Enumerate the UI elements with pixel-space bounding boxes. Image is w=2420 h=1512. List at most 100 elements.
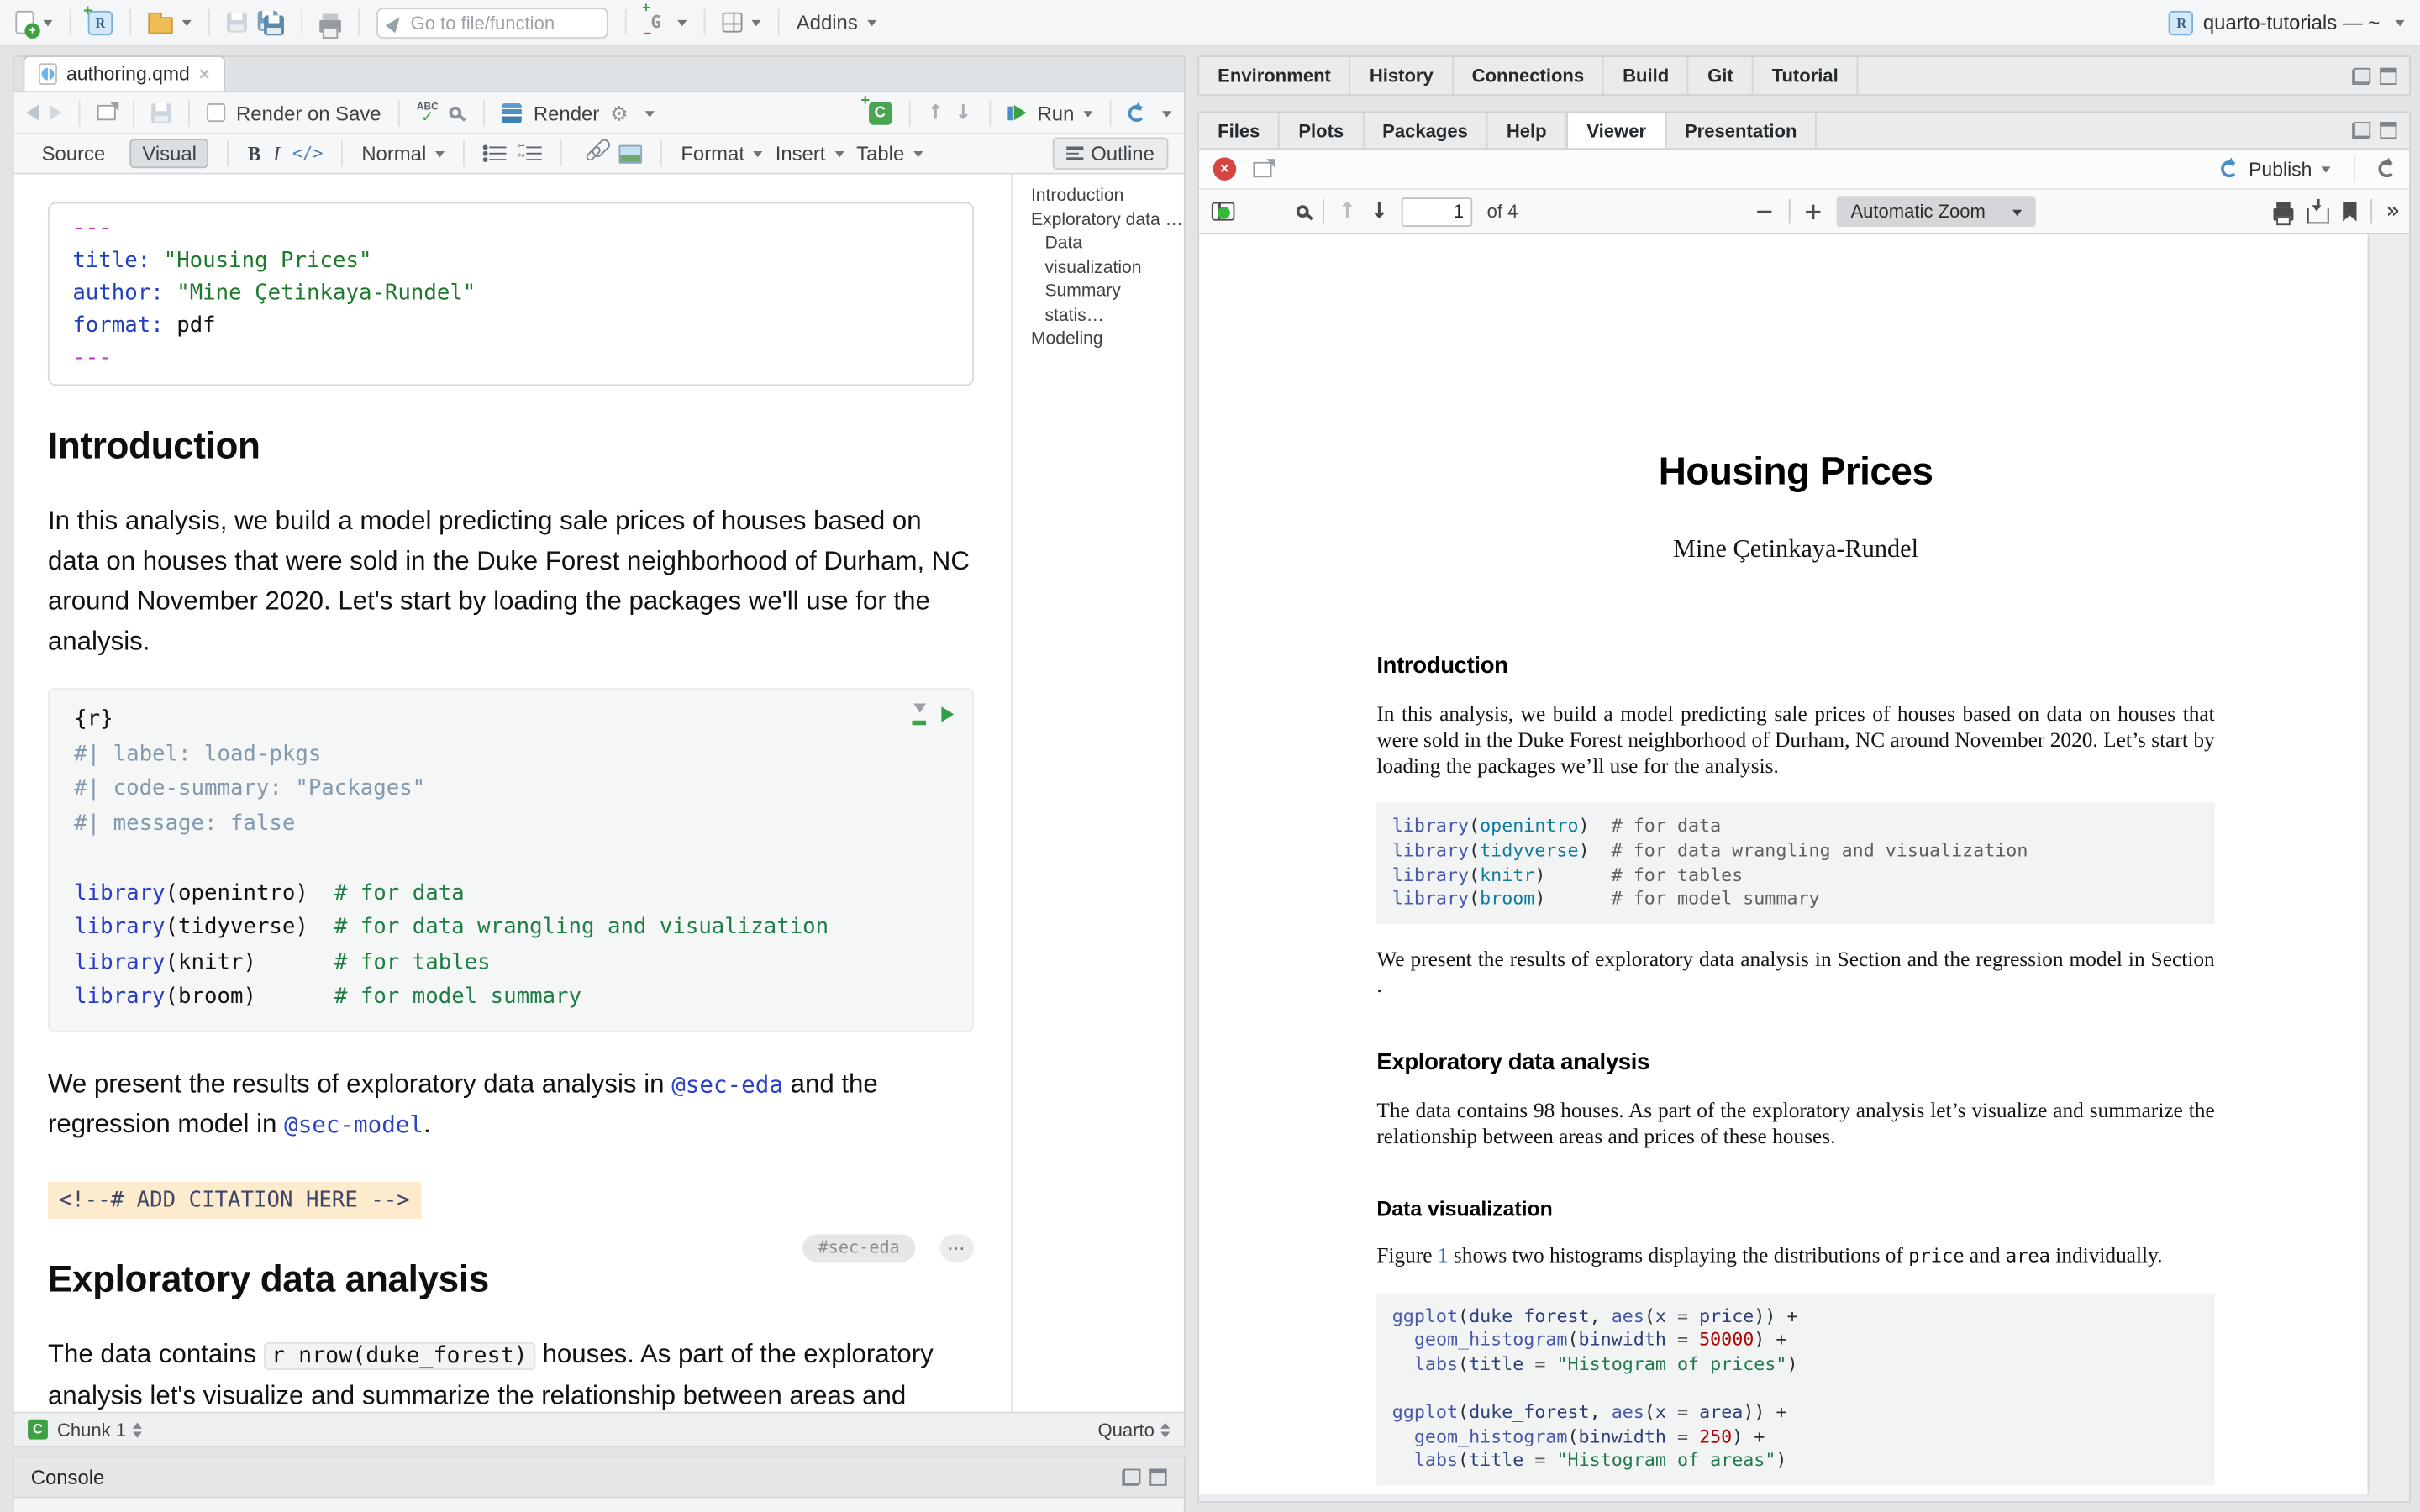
new-file-button[interactable] — [15, 11, 52, 34]
italic-button[interactable]: I — [273, 141, 280, 165]
link-icon[interactable] — [585, 144, 602, 162]
pdf-crossref-paragraph: We present the results of exploratory da… — [1376, 947, 2214, 999]
publish-button[interactable]: Publish — [2220, 158, 2330, 180]
outline-item-data-visualization[interactable]: Data visualization — [1031, 233, 1184, 281]
numbered-list-icon[interactable] — [518, 146, 542, 160]
format-menu[interactable]: Format — [681, 142, 763, 165]
image-icon[interactable] — [619, 144, 643, 163]
chunk-status-label[interactable]: Chunk 1 — [57, 1419, 126, 1441]
viewer-restore-icon[interactable] — [2352, 122, 2370, 139]
version-control-button[interactable]: G — [644, 9, 687, 35]
pdf-scrollbar[interactable] — [2370, 234, 2409, 1501]
version-control-icon: G — [644, 9, 668, 35]
tab-connections[interactable]: Connections — [1454, 57, 1604, 94]
outline-item-eda[interactable]: Exploratory data … — [1031, 209, 1184, 233]
console-maximize-icon[interactable] — [1150, 1469, 1166, 1486]
new-project-button[interactable]: R — [88, 10, 113, 34]
open-folder-icon — [148, 16, 172, 33]
pdf-previous-page-icon[interactable]: ↑ — [1338, 199, 1356, 223]
popout-icon[interactable] — [97, 105, 116, 120]
save-button[interactable] — [227, 13, 247, 33]
outline-item-summary-statistics[interactable]: Summary statis… — [1031, 281, 1184, 328]
chunk-status-icon: C — [28, 1420, 48, 1440]
refresh-icon[interactable] — [2378, 160, 2395, 177]
tab-authoring-qmd[interactable]: authoring.qmd × — [24, 55, 225, 91]
paragraph-style-select[interactable]: Normal — [361, 142, 445, 165]
pdf-download-icon[interactable] — [2307, 207, 2329, 223]
workspace-panes-button[interactable] — [723, 13, 761, 33]
yaml-block[interactable]: ---title: "Housing Prices"author: "Mine … — [48, 202, 974, 386]
doc-type-label[interactable]: Quarto — [1097, 1419, 1154, 1441]
pdf-zoom-in-icon[interactable]: + — [1803, 197, 1823, 225]
close-icon[interactable]: × — [199, 63, 210, 85]
pdf-print-icon[interactable] — [2273, 207, 2293, 220]
bold-button[interactable]: B — [248, 141, 261, 165]
spellcheck-icon[interactable]: ABC✓ — [417, 101, 439, 124]
run-chunk-icon[interactable] — [941, 706, 954, 722]
pdf-zoom-select[interactable]: Automatic Zoom — [1837, 196, 2037, 227]
run-button[interactable]: Run — [1007, 101, 1092, 124]
outline-toggle-button[interactable]: Outline — [1052, 137, 1168, 170]
viewer-popout-icon[interactable] — [1253, 161, 1271, 176]
tab-presentation[interactable]: Presentation — [1666, 113, 1817, 148]
bullet-list-icon[interactable] — [483, 146, 507, 160]
viewer-maximize-icon[interactable] — [2380, 122, 2396, 139]
run-all-above-icon[interactable] — [913, 704, 927, 725]
render-options-caret[interactable] — [645, 110, 655, 121]
rerun-icon[interactable] — [1128, 104, 1145, 121]
env-restore-icon[interactable] — [2352, 67, 2370, 84]
render-button[interactable]: Render — [502, 101, 599, 124]
render-on-save-checkbox[interactable] — [207, 103, 225, 122]
tab-packages[interactable]: Packages — [1364, 113, 1488, 148]
insert-menu[interactable]: Insert — [776, 142, 844, 165]
code-format-button[interactable]: </> — [292, 144, 324, 164]
save-doc-icon[interactable] — [151, 102, 171, 123]
env-maximize-icon[interactable] — [2380, 67, 2396, 84]
tab-git[interactable]: Git — [1689, 57, 1754, 94]
forward-icon[interactable] — [50, 105, 62, 120]
stop-icon[interactable] — [1213, 157, 1237, 181]
visual-mode-button[interactable]: Visual — [130, 139, 209, 168]
outline-item-introduction[interactable]: Introduction — [1031, 185, 1184, 208]
tab-help[interactable]: Help — [1488, 113, 1567, 148]
go-previous-chunk-icon[interactable]: ↑ — [927, 101, 944, 124]
pdf-page-input[interactable] — [1402, 197, 1473, 226]
project-menu-button[interactable]: R quarto-tutorials — ~ — [2169, 10, 2404, 34]
save-all-button[interactable] — [258, 11, 284, 34]
tab-environment[interactable]: Environment — [1199, 57, 1351, 94]
pdf-next-page-icon[interactable]: ↓ — [1370, 199, 1389, 223]
console-restore-icon[interactable] — [1122, 1469, 1140, 1486]
rerun-caret[interactable] — [1162, 110, 1171, 121]
insert-chunk-button[interactable]: C — [869, 101, 892, 124]
goto-file-input[interactable]: Go to file/function — [376, 7, 608, 38]
pdf-viewport[interactable]: Housing Prices Mine Çetinkaya-Rundel Int… — [1199, 234, 2409, 1501]
print-button[interactable] — [319, 13, 341, 32]
visual-editor-document[interactable]: ---title: "Housing Prices"author: "Mine … — [14, 175, 1012, 1412]
chunk-nav-icon[interactable] — [132, 1417, 141, 1441]
pdf-more-tools-icon[interactable]: » — [2386, 199, 2397, 223]
source-editor-pane: authoring.qmd × Render on Save ABC✓ Rend… — [13, 55, 1186, 1447]
open-file-button[interactable] — [148, 12, 191, 34]
pdf-find-icon[interactable] — [1297, 205, 1309, 218]
outline-item-modeling[interactable]: Modeling — [1031, 328, 1184, 352]
tab-files[interactable]: Files — [1199, 113, 1280, 148]
r-code-chunk[interactable]: {r}#| label: load-pkgs#| code-summary: "… — [48, 688, 974, 1032]
go-next-chunk-icon[interactable]: ↓ — [955, 101, 971, 124]
section-id-badge[interactable]: #sec-eda — [802, 1233, 915, 1261]
tab-history[interactable]: History — [1351, 57, 1454, 94]
doc-type-caret[interactable] — [1160, 1417, 1170, 1441]
gear-icon[interactable]: ⚙ — [610, 102, 628, 123]
pdf-zoom-out-icon[interactable]: − — [1754, 197, 1774, 225]
search-icon[interactable] — [450, 107, 462, 119]
back-icon[interactable] — [26, 105, 39, 120]
table-menu[interactable]: Table — [856, 142, 923, 165]
tab-build[interactable]: Build — [1604, 57, 1689, 94]
tab-plots[interactable]: Plots — [1280, 113, 1364, 148]
tab-viewer[interactable]: Viewer — [1566, 113, 1665, 148]
pdf-bookmark-icon[interactable] — [2343, 202, 2357, 222]
tab-tutorial[interactable]: Tutorial — [1754, 57, 1859, 94]
section-menu-button[interactable]: ... — [940, 1233, 974, 1261]
console-header: Console — [14, 1458, 1184, 1499]
addins-button[interactable]: Addins — [797, 11, 876, 34]
source-mode-button[interactable]: Source — [29, 139, 118, 168]
